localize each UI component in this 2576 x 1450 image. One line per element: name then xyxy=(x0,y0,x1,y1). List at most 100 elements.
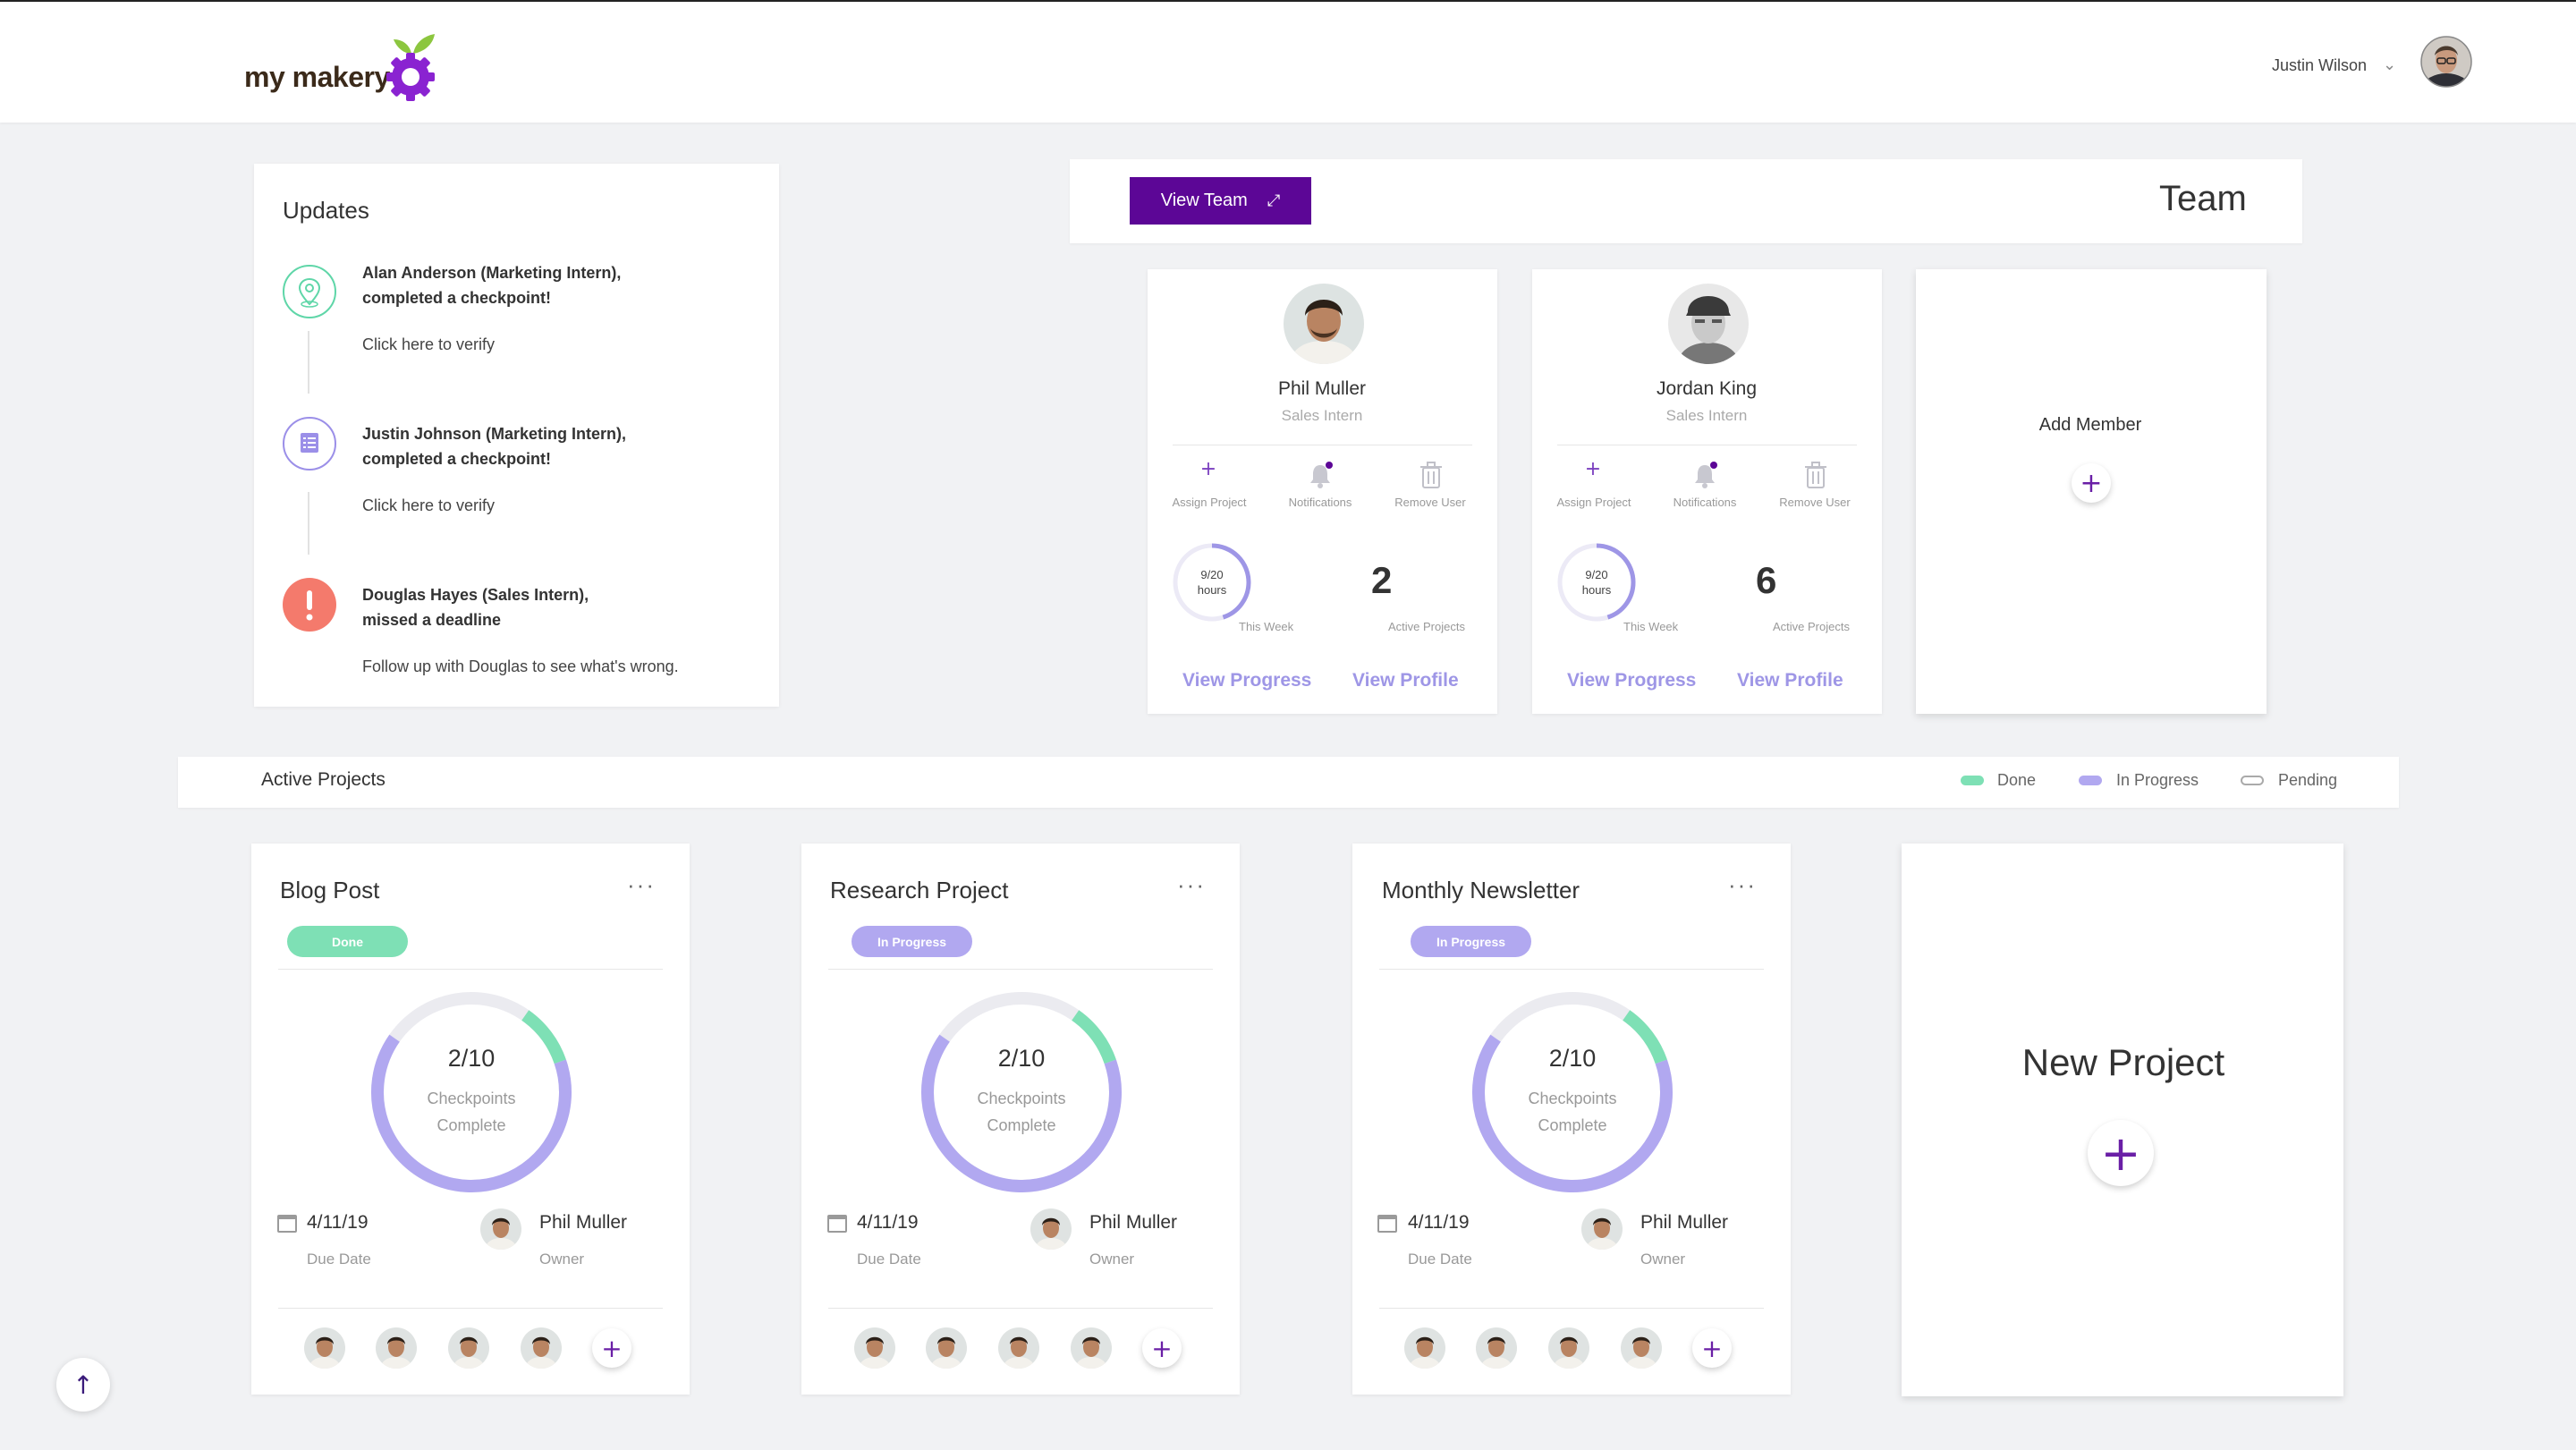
this-week-label: This Week xyxy=(1623,620,1679,633)
member-avatar-small[interactable] xyxy=(1476,1327,1517,1369)
view-progress-link[interactable]: View Progress xyxy=(1567,670,1696,691)
plus-icon[interactable]: + xyxy=(1191,458,1226,480)
update-line2: completed a checkpoint! xyxy=(362,289,552,307)
status-badge: In Progress xyxy=(1411,926,1531,957)
chevron-down-icon[interactable]: ⌄ xyxy=(2383,55,2396,74)
member-avatar-small[interactable] xyxy=(854,1327,895,1369)
assign-project-label[interactable]: Assign Project xyxy=(1545,496,1643,509)
new-project-button[interactable]: + xyxy=(2088,1120,2154,1186)
scroll-top-button[interactable]: ↑ xyxy=(56,1358,110,1412)
divider xyxy=(278,1308,663,1309)
active-projects-label: Active Projects xyxy=(1773,620,1850,633)
legend-done-label: Done xyxy=(1997,771,2037,789)
member-avatar-small[interactable] xyxy=(926,1327,967,1369)
owner-name: Phil Muller xyxy=(1640,1212,1729,1233)
member-avatar-small[interactable] xyxy=(998,1327,1039,1369)
update-line2: missed a deadline xyxy=(362,611,502,629)
plus-icon[interactable]: + xyxy=(1575,458,1611,480)
view-team-label: View Team xyxy=(1160,191,1248,210)
more-icon[interactable]: ··· xyxy=(1728,871,1757,899)
logo-text[interactable]: my makery xyxy=(244,61,390,94)
more-icon[interactable]: ··· xyxy=(1177,871,1206,899)
map-pin-icon xyxy=(283,265,336,318)
remove-user-label[interactable]: Remove User xyxy=(1766,496,1864,509)
update-action-link[interactable]: Click here to verify xyxy=(362,335,495,354)
expand-icon: ⤢ xyxy=(1267,191,1281,210)
team-avatars-row: + xyxy=(1404,1327,1762,1369)
new-project-label: New Project xyxy=(2021,1041,2225,1083)
add-member-to-project-button[interactable]: + xyxy=(1142,1328,1182,1368)
trash-icon[interactable] xyxy=(1802,460,1829,490)
hours-value: 9/20 xyxy=(1585,568,1608,581)
member-role: Sales Intern xyxy=(1281,407,1363,424)
add-member-button[interactable]: + xyxy=(2072,463,2111,503)
due-date-label: Due Date xyxy=(857,1251,921,1268)
notifications-label[interactable]: Notifications xyxy=(1656,496,1754,509)
divider xyxy=(278,969,663,970)
list-icon xyxy=(283,417,336,471)
member-avatar-small[interactable] xyxy=(1548,1327,1589,1369)
update-line2: completed a checkpoint! xyxy=(362,450,552,468)
remove-user-label[interactable]: Remove User xyxy=(1381,496,1479,509)
owner-label: Owner xyxy=(539,1251,585,1268)
top-header: my makery Justin Wilson ⌄ xyxy=(0,0,2576,123)
assign-project-label[interactable]: Assign Project xyxy=(1160,496,1258,509)
logo-icon[interactable] xyxy=(379,29,444,102)
member-name: Jordan King xyxy=(1656,378,1758,399)
view-progress-link[interactable]: View Progress xyxy=(1182,670,1311,691)
complete-label: Complete xyxy=(987,1116,1056,1134)
add-member-label: Add Member xyxy=(2038,415,2142,435)
active-projects-label: Active Projects xyxy=(1388,620,1465,633)
hours-unit: hours xyxy=(1581,583,1612,597)
project-title: Research Project xyxy=(830,877,1009,903)
add-member-to-project-button[interactable]: + xyxy=(1692,1328,1732,1368)
divider xyxy=(828,1308,1213,1309)
user-avatar[interactable] xyxy=(2420,36,2472,88)
checkpoints-fraction: 2/10 xyxy=(997,1045,1046,1072)
legend-progress-swatch xyxy=(2079,776,2102,785)
add-member-to-project-button[interactable]: + xyxy=(592,1328,631,1368)
due-date: 4/11/19 xyxy=(1408,1212,1470,1233)
owner-avatar xyxy=(1581,1208,1623,1250)
member-role: Sales Intern xyxy=(1665,407,1748,424)
bell-icon[interactable] xyxy=(1306,460,1335,490)
update-line1: Douglas Hayes (Sales Intern), xyxy=(362,586,589,604)
team-avatars-row: + xyxy=(304,1327,662,1369)
owner-name: Phil Muller xyxy=(1089,1212,1178,1233)
legend-pending-label: Pending xyxy=(2278,771,2338,789)
owner-avatar xyxy=(480,1208,521,1250)
due-date-label: Due Date xyxy=(1408,1251,1472,1268)
member-avatar-small[interactable] xyxy=(448,1327,489,1369)
member-avatar-small[interactable] xyxy=(521,1327,562,1369)
due-date: 4/11/19 xyxy=(307,1212,369,1233)
timeline-line xyxy=(308,492,309,555)
member-avatar-small[interactable] xyxy=(304,1327,345,1369)
trash-icon[interactable] xyxy=(1418,460,1445,490)
team-avatars-row: + xyxy=(854,1327,1212,1369)
view-team-button[interactable]: View Team ⤢ xyxy=(1130,177,1311,225)
divider xyxy=(1379,969,1764,970)
this-week-label: This Week xyxy=(1239,620,1294,633)
legend-progress-label: In Progress xyxy=(2116,771,2199,789)
bell-icon[interactable] xyxy=(1690,460,1719,490)
update-line1: Alan Anderson (Marketing Intern), xyxy=(362,264,622,282)
view-profile-link[interactable]: View Profile xyxy=(1352,670,1459,691)
member-avatar-small[interactable] xyxy=(1404,1327,1445,1369)
more-icon[interactable]: ··· xyxy=(627,871,656,899)
checkpoints-label: Checkpoints xyxy=(1528,1090,1617,1107)
checkpoints-fraction: 2/10 xyxy=(447,1045,496,1072)
notifications-label[interactable]: Notifications xyxy=(1271,496,1369,509)
active-projects-bar xyxy=(178,757,2399,808)
status-badge: Done xyxy=(287,926,408,957)
view-profile-link[interactable]: View Profile xyxy=(1737,670,1843,691)
update-action-link[interactable]: Click here to verify xyxy=(362,496,495,515)
user-name[interactable]: Justin Wilson xyxy=(2272,56,2367,75)
active-projects-count: 2 xyxy=(1371,559,1393,601)
project-title: Monthly Newsletter xyxy=(1382,877,1580,903)
member-avatar-small[interactable] xyxy=(1621,1327,1662,1369)
member-avatar-small[interactable] xyxy=(376,1327,417,1369)
status-badge: In Progress xyxy=(852,926,972,957)
checkpoints-label: Checkpoints xyxy=(977,1090,1066,1107)
calendar-icon xyxy=(277,1215,297,1233)
member-avatar-small[interactable] xyxy=(1071,1327,1112,1369)
